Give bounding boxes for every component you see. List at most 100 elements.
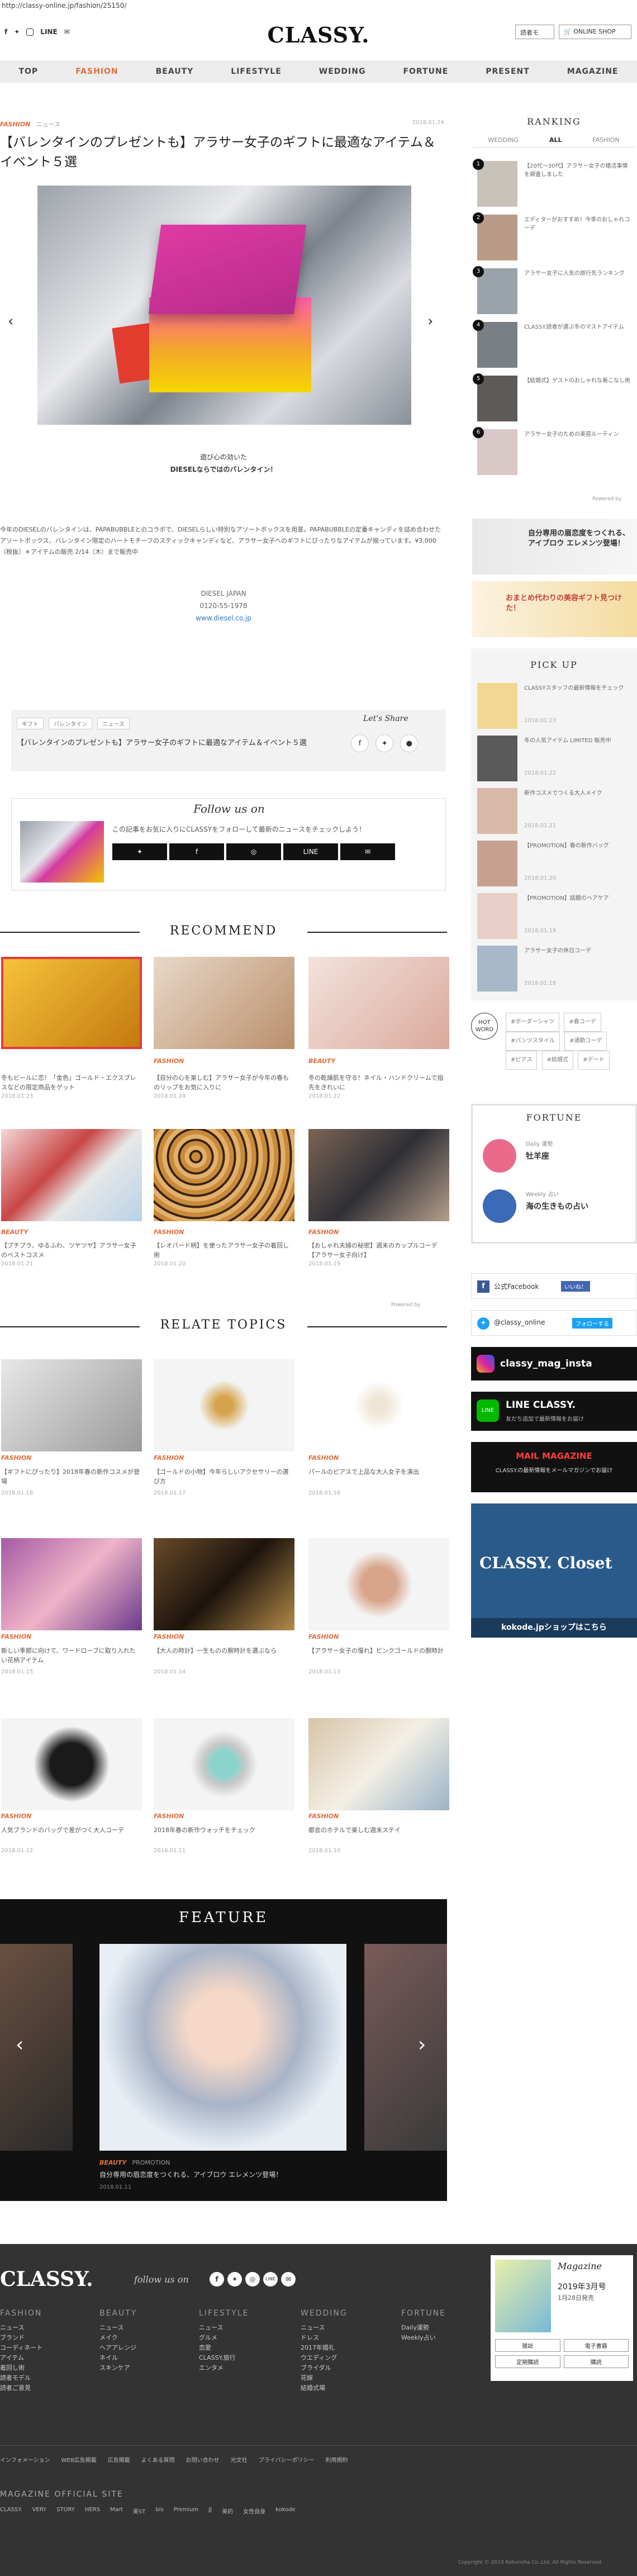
footer-link[interactable]: ドレス <box>301 2333 348 2343</box>
follow-mail-button[interactable]: ✉ <box>340 843 395 860</box>
relate-thumb[interactable] <box>308 1718 449 1810</box>
hot-tag[interactable]: #春コーデ <box>564 1013 601 1032</box>
footer-bottom-link[interactable]: 広告掲載 <box>108 2455 130 2464</box>
slider-next-arrow[interactable]: › <box>427 313 433 330</box>
hot-tag[interactable]: #ピアス <box>506 1051 538 1070</box>
footer-col-heading[interactable]: FORTUNE <box>401 2308 446 2318</box>
pickup-item[interactable]: 【PROMOTION】春の新作バッグ 2018.01.20 <box>473 838 635 890</box>
ranking-tab-fashion[interactable]: FASHION <box>592 136 619 144</box>
ranking-item[interactable]: 3 アラサー女子に人気の旅行先ランキング <box>473 266 635 317</box>
reader-model-button[interactable]: 読者モ <box>515 25 554 39</box>
follow-twitter-button[interactable]: ✦ <box>112 843 167 860</box>
footer-link[interactable]: CLASSY.旅行 <box>199 2353 249 2363</box>
pickup-item[interactable]: CLASSYスタッフの最新情報をチェック 2018.01.23 <box>473 681 635 732</box>
instagram-banner[interactable]: classy_mag_insta <box>471 1347 637 1380</box>
official-site-link[interactable]: JJ <box>208 2507 212 2515</box>
card-title[interactable]: 新しい季節に向けて、ワードローブに取り入れたい花柄アイテム <box>1 1646 141 1665</box>
footer-link[interactable]: アイテム <box>0 2353 42 2363</box>
official-site-link[interactable]: kokode <box>275 2507 296 2515</box>
feature-main-image[interactable] <box>99 1944 346 2151</box>
footer-link[interactable]: メイク <box>99 2333 137 2343</box>
feature-next-slide[interactable] <box>364 1944 447 2151</box>
feature-prev-arrow[interactable]: ‹ <box>16 2033 23 2056</box>
card-title[interactable]: 【ギフトにぴったり】2018年春の新作コスメが登場 <box>1 1467 141 1486</box>
tag-item[interactable]: ギフト <box>17 718 44 729</box>
official-site-link[interactable]: 女性自身 <box>243 2507 265 2515</box>
article-category[interactable]: FASHION <box>0 121 30 128</box>
nav-lifestyle[interactable]: LIFESTYLE <box>231 67 282 76</box>
footer-logo[interactable]: CLASSY. <box>0 2267 93 2291</box>
footer-link[interactable]: ニュース <box>0 2323 42 2333</box>
card-title[interactable]: 【プチプラ、ゆるふわ、ツヤツヤ】アラサー女子のベストコスメ <box>1 1241 141 1260</box>
share-facebook-icon[interactable]: f <box>351 734 369 752</box>
relate-thumb[interactable] <box>308 1538 449 1630</box>
ranking-tab-all[interactable]: ALL <box>549 136 562 144</box>
twitter-widget[interactable]: ✦ @classy_online フォローする <box>471 1310 637 1336</box>
official-site-link[interactable]: VERY <box>32 2507 47 2515</box>
nav-present[interactable]: PRESENT <box>486 67 530 76</box>
footer-mail-icon[interactable]: ✉ <box>281 2272 296 2286</box>
sidebar-banner-2[interactable]: おまとめ代わりの美容ギフト見つけた！ <box>472 581 637 637</box>
footer-link[interactable]: 花嫁 <box>301 2373 348 2383</box>
footer-link[interactable]: 着回し術 <box>0 2363 42 2373</box>
nav-wedding[interactable]: WEDDING <box>319 67 366 76</box>
footer-bottom-link[interactable]: お問い合わせ <box>186 2455 220 2464</box>
official-site-link[interactable]: 美的 <box>222 2507 233 2515</box>
footer-col-heading[interactable]: BEAUTY <box>99 2308 137 2318</box>
sidebar-banner-1[interactable]: 自分専用の眉恋度をつくれる、アイブロウ エレメンツ登場！ <box>472 519 637 575</box>
footer-link[interactable]: 読者モデル <box>0 2373 42 2383</box>
nav-beauty[interactable]: BEAUTY <box>156 67 194 76</box>
footer-link[interactable]: ヘアアレンジ <box>99 2343 137 2353</box>
pickup-item[interactable]: 新作コスメでつくる大人メイク 2018.01.21 <box>473 786 635 837</box>
ranking-item[interactable]: 6 アラサー女子のための美容ルーティン <box>473 427 635 478</box>
footer-bottom-link[interactable]: WEB広告掲載 <box>61 2455 97 2464</box>
recommend-thumb[interactable] <box>154 957 294 1049</box>
footer-col-heading[interactable]: FASHION <box>0 2308 42 2318</box>
card-title[interactable]: 都会のホテルで楽しむ週末ステイ <box>308 1825 448 1835</box>
footer-facebook-icon[interactable]: f <box>210 2272 224 2286</box>
magazine-cover[interactable] <box>495 2260 551 2332</box>
share-twitter-icon[interactable]: ✦ <box>375 734 394 752</box>
closet-link[interactable]: kokode.jpショップはこちら <box>471 1618 637 1638</box>
online-shop-button[interactable]: 🛒 ONLINE SHOP <box>559 25 631 39</box>
footer-bottom-link[interactable]: プライバシーポリシー <box>259 2455 315 2464</box>
recommend-thumb[interactable] <box>308 1129 449 1221</box>
nav-magazine[interactable]: MAGAZINE <box>567 67 619 76</box>
official-site-link[interactable]: CLASSY. <box>0 2507 22 2515</box>
card-title[interactable]: 【おしゃれ夫婦の秘密】週末のカップルコーデ【アラサー女子向け】 <box>308 1241 448 1260</box>
hot-tag[interactable]: #結婚式 <box>541 1051 573 1070</box>
recommend-thumb[interactable] <box>1 1129 142 1221</box>
hot-tag[interactable]: #ボーダーシャツ <box>506 1013 560 1032</box>
twitter-follow-button[interactable]: フォローする <box>572 1318 612 1329</box>
nav-fortune[interactable]: FORTUNE <box>403 67 448 76</box>
card-title[interactable]: 【アラサー女子の憧れ】ピンクゴールドの腕時計 <box>308 1646 448 1655</box>
brand-url[interactable]: www.diesel.co.jp <box>0 613 447 624</box>
footer-link[interactable]: ニュース <box>99 2323 137 2333</box>
footer-col-heading[interactable]: WEDDING <box>301 2308 348 2318</box>
footer-link[interactable]: グルメ <box>199 2333 249 2343</box>
footer-link[interactable]: コーディネート <box>0 2343 42 2353</box>
ranking-item[interactable]: 4 CLASSY.読者が選ぶ冬のマストアイテム <box>473 320 635 371</box>
footer-link[interactable]: Daily運勢 <box>401 2323 446 2333</box>
slider-prev-arrow[interactable]: ‹ <box>8 313 13 330</box>
footer-link[interactable]: Weekly占い <box>401 2333 446 2343</box>
magazine-button[interactable]: 雑誌 <box>495 2339 560 2352</box>
magazine-button[interactable]: 購読 <box>563 2355 629 2368</box>
relate-thumb[interactable] <box>1 1538 142 1630</box>
tag-item[interactable]: ニュース <box>97 718 130 729</box>
card-title[interactable]: 【ゴールドの小物】今年らしいアクセサリーの選び方 <box>154 1467 293 1486</box>
official-site-link[interactable]: bis <box>155 2507 163 2515</box>
footer-link[interactable]: ニュース <box>199 2323 249 2333</box>
magazine-button[interactable]: 定期購読 <box>495 2355 560 2368</box>
footer-bottom-link[interactable]: インフォメーション <box>0 2455 50 2464</box>
pickup-item[interactable]: アラサー女子の休日コーデ 2018.01.18 <box>473 943 635 995</box>
recommend-thumb[interactable] <box>1 957 142 1049</box>
feature-prev-slide[interactable] <box>0 1944 73 2151</box>
nav-fashion[interactable]: FASHION <box>75 67 118 76</box>
relate-thumb[interactable] <box>154 1538 294 1630</box>
line-banner[interactable]: LINE LINE CLASSY. 友だち追加で最新情報をお届け <box>471 1392 637 1431</box>
card-title[interactable]: 【レオパード柄】を使ったアラサー女子の着回し術 <box>154 1241 293 1260</box>
relate-thumb[interactable] <box>1 1718 142 1810</box>
official-site-link[interactable]: 美ST <box>133 2507 145 2515</box>
feature-text[interactable]: 自分専用の眉恋度をつくれる、アイブロウ エレメンツ登場！ <box>99 2170 345 2179</box>
